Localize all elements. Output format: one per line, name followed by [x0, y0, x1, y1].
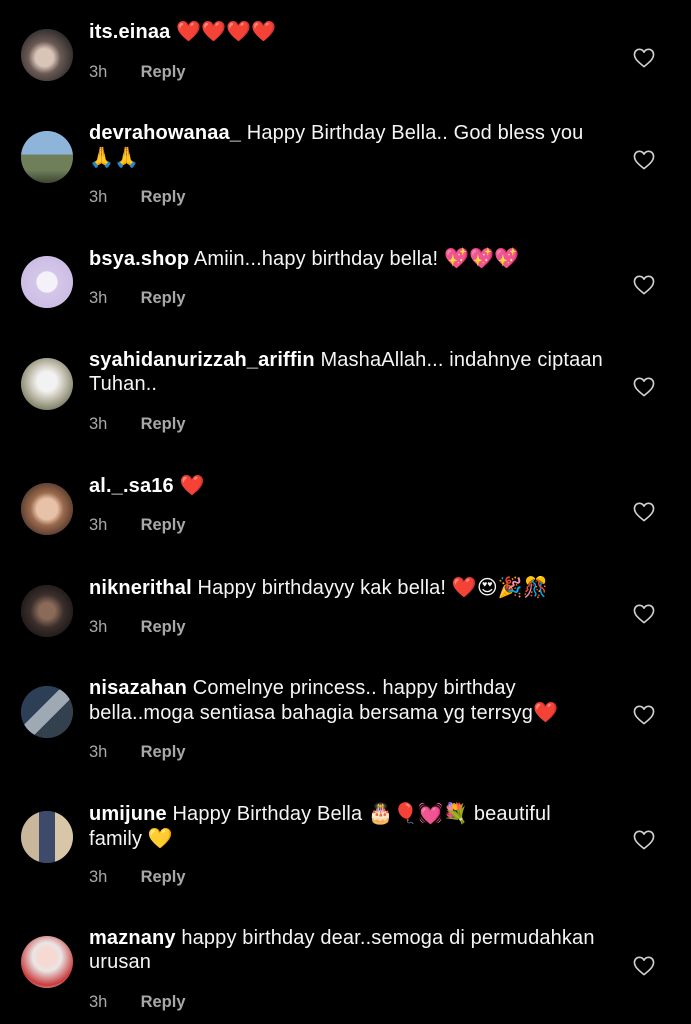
- comment-username[interactable]: bsya.shop: [89, 248, 189, 270]
- heart-outline-icon[interactable]: [633, 275, 655, 295]
- comment-text: its.einaa ❤️❤️❤️❤️: [89, 19, 609, 44]
- reply-button[interactable]: Reply: [141, 188, 186, 206]
- comment-timestamp: 3h: [89, 188, 108, 206]
- comment-meta: 3h Reply: [89, 868, 186, 887]
- reply-button[interactable]: Reply: [141, 415, 186, 433]
- comment-emoji: ❤️😍🎉🎊: [451, 575, 549, 599]
- comment-emoji: 🙏🙏: [89, 145, 140, 169]
- comment-username[interactable]: al._.sa16: [89, 475, 174, 497]
- comment-username[interactable]: syahidanurizzah_ariffin: [89, 349, 315, 371]
- heart-outline-icon[interactable]: [633, 604, 655, 624]
- comment-timestamp: 3h: [89, 993, 108, 1011]
- comment-timestamp: 3h: [89, 743, 108, 761]
- comment-username[interactable]: maznany: [89, 927, 176, 949]
- heart-outline-icon[interactable]: [633, 502, 655, 522]
- heart-outline-icon[interactable]: [633, 377, 655, 397]
- heart-outline-icon[interactable]: [633, 48, 655, 68]
- comment-username[interactable]: niknerithal: [89, 577, 192, 599]
- reply-button[interactable]: Reply: [141, 63, 186, 81]
- avatar[interactable]: [21, 29, 73, 81]
- comment-emoji: ❤️❤️❤️❤️: [176, 19, 277, 43]
- heart-outline-icon[interactable]: [633, 956, 655, 976]
- comment-message: Happy Birthday Bella.. God bless you: [246, 122, 584, 144]
- comment-text: umijune Happy Birthday Bella 🎂🎈💓💐 beauti…: [89, 801, 609, 851]
- reply-button[interactable]: Reply: [141, 868, 186, 886]
- comment-timestamp: 3h: [89, 415, 108, 433]
- comment-text: bsya.shop Amiin...hapy birthday bella! 💖…: [89, 246, 609, 271]
- comment-emoji: ❤️: [532, 700, 559, 724]
- avatar[interactable]: [21, 585, 73, 637]
- comment-timestamp: 3h: [89, 868, 108, 886]
- comment-text: al._.sa16 ❤️: [89, 473, 609, 498]
- comment-emoji-tail: 💛: [147, 826, 173, 850]
- comment-emoji: 🎂🎈💓💐: [367, 801, 469, 825]
- heart-outline-icon[interactable]: [633, 705, 655, 725]
- avatar[interactable]: [21, 811, 73, 863]
- heart-outline-icon[interactable]: [633, 150, 655, 170]
- reply-button[interactable]: Reply: [141, 289, 186, 307]
- comment-message: Amiin...hapy birthday bella!: [193, 248, 439, 270]
- comment-message: Happy birthdayyy kak bella!: [197, 577, 447, 599]
- avatar[interactable]: [21, 131, 73, 183]
- comment-timestamp: 3h: [89, 618, 108, 636]
- comment-username[interactable]: nisazahan: [89, 677, 187, 699]
- comment-emoji: 💖💖💖: [443, 246, 520, 270]
- comment-username[interactable]: devrahowanaa_: [89, 122, 241, 144]
- comment-text: niknerithal Happy birthdayyy kak bella! …: [89, 575, 609, 600]
- reply-button[interactable]: Reply: [141, 743, 186, 761]
- avatar[interactable]: [21, 936, 73, 988]
- comment-timestamp: 3h: [89, 289, 108, 307]
- comment-timestamp: 3h: [89, 63, 108, 81]
- comment-text: nisazahan Comelnye princess.. happy birt…: [89, 676, 609, 725]
- comment-meta: 3h Reply: [89, 415, 186, 434]
- comment-meta: 3h Reply: [89, 188, 186, 207]
- reply-button[interactable]: Reply: [141, 516, 186, 534]
- comment-meta: 3h Reply: [89, 63, 186, 82]
- reply-button[interactable]: Reply: [141, 618, 186, 636]
- heart-outline-icon[interactable]: [633, 830, 655, 850]
- comment-list: its.einaa ❤️❤️❤️❤️ 3h Reply devrahowanaa…: [0, 0, 691, 1024]
- comment-meta: 3h Reply: [89, 618, 186, 637]
- comment-meta: 3h Reply: [89, 743, 186, 762]
- comment-timestamp: 3h: [89, 516, 108, 534]
- comment-text: maznany happy birthday dear..semoga di p…: [89, 926, 609, 974]
- comment-username[interactable]: umijune: [89, 803, 167, 825]
- comment-meta: 3h Reply: [89, 516, 186, 535]
- avatar[interactable]: [21, 358, 73, 410]
- comment-username[interactable]: its.einaa: [89, 21, 170, 43]
- comment-text: devrahowanaa_ Happy Birthday Bella.. God…: [89, 121, 609, 170]
- comment-text: syahidanurizzah_ariffin MashaAllah... in…: [89, 348, 609, 396]
- comment-emoji: ❤️: [179, 473, 205, 497]
- comment-meta: 3h Reply: [89, 993, 186, 1012]
- comment-message: Happy Birthday Bella: [172, 803, 363, 825]
- reply-button[interactable]: Reply: [141, 993, 186, 1011]
- avatar[interactable]: [21, 256, 73, 308]
- avatar[interactable]: [21, 686, 73, 738]
- comment-meta: 3h Reply: [89, 289, 186, 308]
- avatar[interactable]: [21, 483, 73, 535]
